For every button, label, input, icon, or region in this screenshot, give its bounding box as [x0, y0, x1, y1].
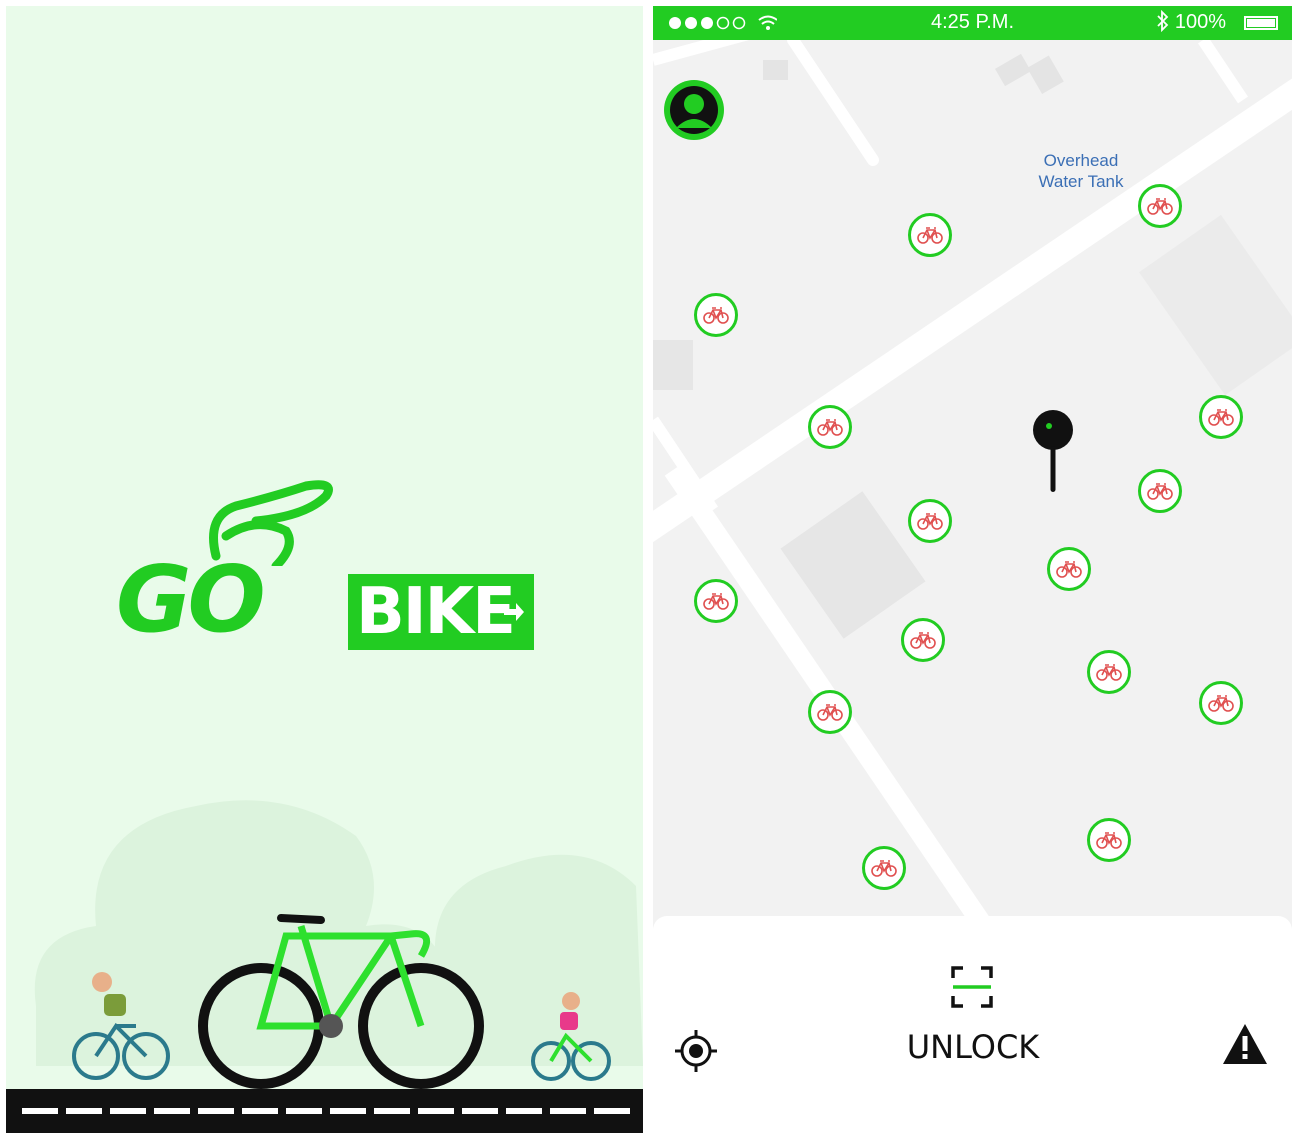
bike-marker[interactable] — [1138, 469, 1182, 513]
road-dash — [198, 1108, 234, 1114]
battery-percent: 100% — [1174, 11, 1226, 33]
bike-marker-icon — [1208, 695, 1234, 712]
bike-marker-icon — [1147, 198, 1173, 215]
bike-marker[interactable] — [908, 499, 952, 543]
bike-marker[interactable] — [1087, 818, 1131, 862]
battery-icon — [1244, 16, 1278, 30]
arrow-right-icon — [504, 603, 524, 621]
road-bike-icon — [198, 914, 484, 1089]
map-screen: 4:25 P.M. 100% Overhead Water Tank UNLOC… — [653, 6, 1292, 1133]
locate-icon — [675, 1030, 717, 1072]
road-dash — [418, 1108, 454, 1114]
unlock-button[interactable]: UNLOCK — [883, 966, 1063, 1076]
profile-icon — [670, 86, 718, 134]
panel-divider — [643, 0, 653, 1133]
location-pin-icon — [1031, 410, 1075, 496]
road-dash — [22, 1108, 58, 1114]
bike-marker-icon — [917, 227, 943, 244]
road-dash — [330, 1108, 366, 1114]
gobike-logo: GO BIKE — [116, 476, 546, 666]
road-dash — [462, 1108, 498, 1114]
logo-bike-label: BIKE — [356, 575, 516, 649]
map-poi-label-line1: Overhead — [1043, 151, 1119, 170]
road-dash — [66, 1108, 102, 1114]
warning-icon — [1223, 1024, 1267, 1064]
bike-marker-icon — [871, 860, 897, 877]
bike-marker[interactable] — [1199, 395, 1243, 439]
bike-marker[interactable] — [1047, 547, 1091, 591]
road-dash — [374, 1108, 410, 1114]
bike-marker-icon — [817, 704, 843, 721]
bike-marker-icon — [1147, 483, 1173, 500]
girl-cyclist-icon — [531, 992, 611, 1081]
bike-marker-icon — [1056, 561, 1082, 578]
bluetooth-icon — [1156, 9, 1170, 38]
bike-marker-icon — [703, 593, 729, 610]
bike-marker[interactable] — [862, 846, 906, 890]
bottom-action-bar: UNLOCK — [653, 916, 1292, 1133]
bike-marker[interactable] — [808, 405, 852, 449]
locate-me-button[interactable] — [673, 1028, 719, 1074]
scan-icon — [951, 966, 993, 1008]
bike-marker-icon — [1208, 409, 1234, 426]
report-issue-button[interactable] — [1221, 1022, 1269, 1066]
bike-marker-icon — [917, 513, 943, 530]
bike-marker[interactable] — [694, 579, 738, 623]
bike-marker[interactable] — [908, 213, 952, 257]
road-dash — [594, 1108, 630, 1114]
bike-marker-icon — [817, 419, 843, 436]
bike-marker[interactable] — [901, 618, 945, 662]
road-dash — [110, 1108, 146, 1114]
profile-button[interactable] — [664, 80, 724, 140]
logo-go-text: GO — [116, 546, 266, 653]
bike-marker-icon — [703, 307, 729, 324]
road-dash — [242, 1108, 278, 1114]
logo-bike-text: BIKE — [348, 574, 534, 650]
road — [6, 1089, 643, 1133]
map-streets — [653, 40, 1292, 920]
boy-cyclist-icon — [72, 972, 170, 1080]
status-bar: 4:25 P.M. 100% — [653, 6, 1292, 40]
map-view[interactable]: Overhead Water Tank — [653, 40, 1292, 920]
road-dash — [154, 1108, 190, 1114]
bike-marker-icon — [1096, 832, 1122, 849]
map-poi-label: Overhead Water Tank — [1021, 150, 1141, 192]
road-dash — [506, 1108, 542, 1114]
road-dash — [550, 1108, 586, 1114]
bike-marker[interactable] — [694, 293, 738, 337]
splash-screen: GO BIKE — [6, 6, 643, 1133]
bike-marker[interactable] — [1199, 681, 1243, 725]
bike-marker-icon — [910, 632, 936, 649]
bicycle-illustration — [72, 914, 611, 1089]
bike-marker[interactable] — [808, 690, 852, 734]
unlock-label: UNLOCK — [906, 1028, 1040, 1066]
bike-marker-icon — [1096, 664, 1122, 681]
bike-marker[interactable] — [1087, 650, 1131, 694]
road-dash — [286, 1108, 322, 1114]
bike-marker[interactable] — [1138, 184, 1182, 228]
map-poi-label-line2: Water Tank — [1038, 172, 1124, 191]
